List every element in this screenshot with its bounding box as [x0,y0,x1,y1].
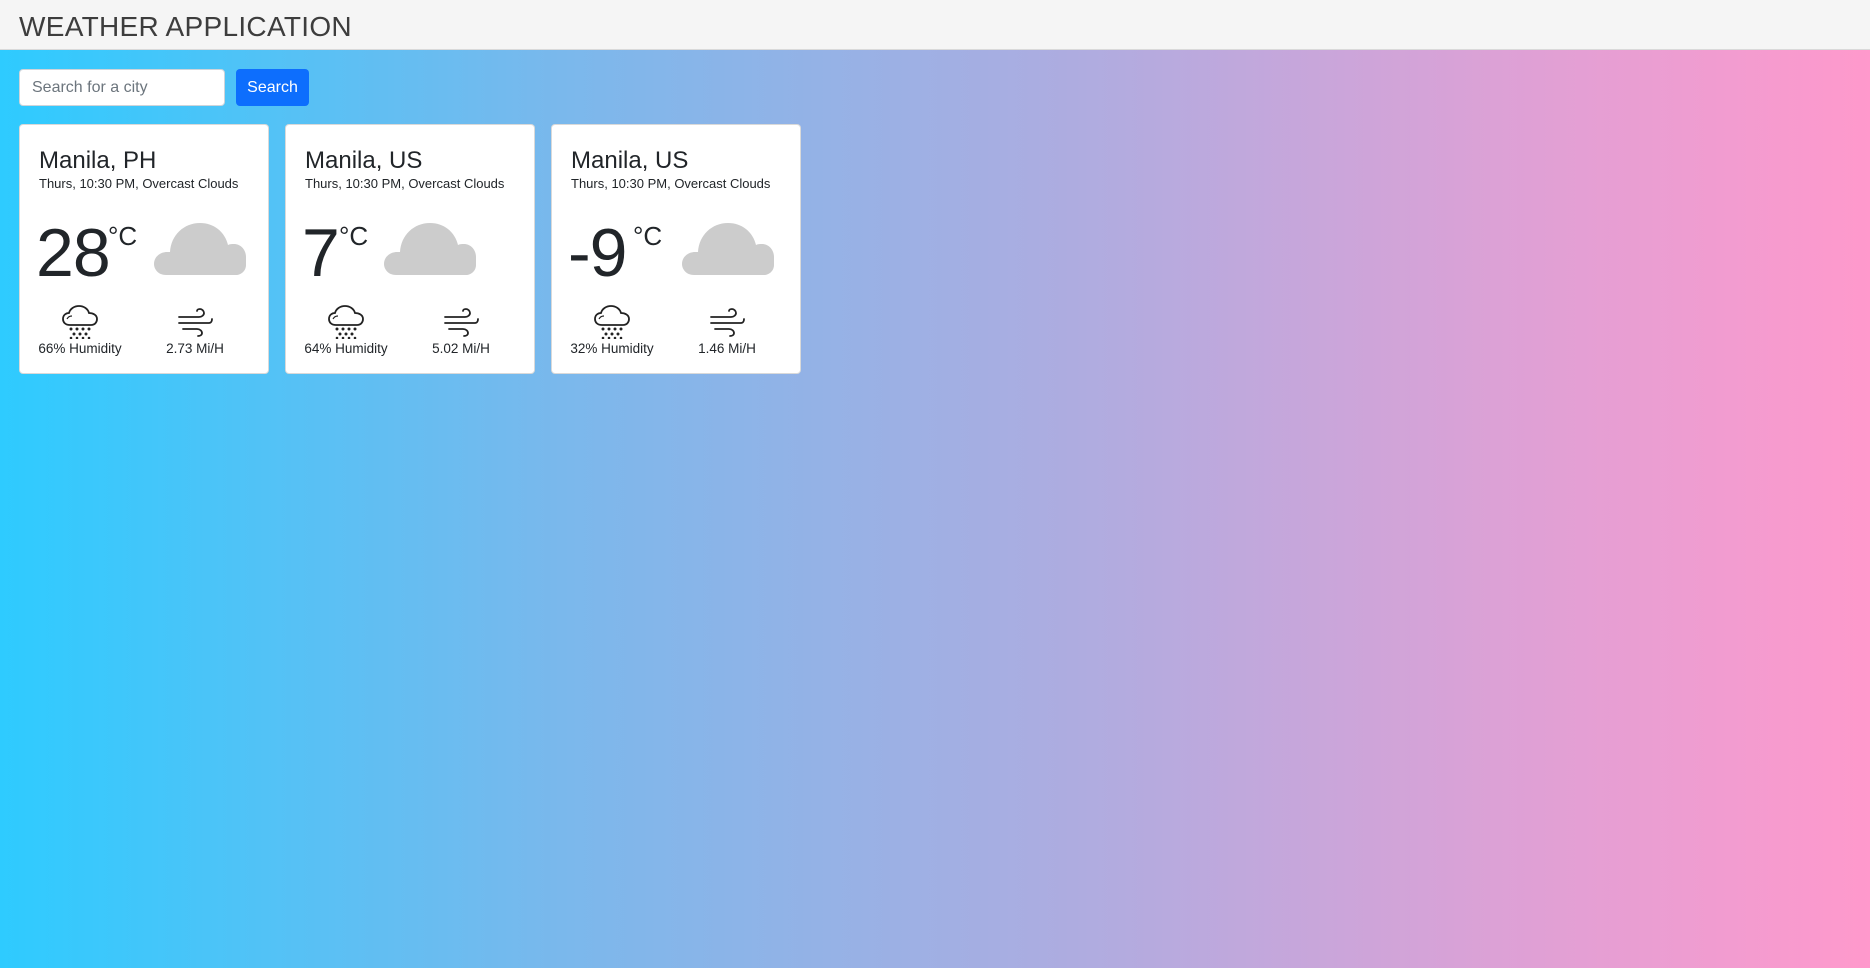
search-button[interactable]: Search [236,69,309,106]
wind-stat: 5.02 Mi/H [401,305,521,356]
rain-cloud-icon [328,305,364,339]
weather-card: Manila, PH Thurs, 10:30 PM, Overcast Clo… [19,124,269,374]
humidity-stat: 32% Humidity [552,305,672,356]
weather-card: Manila, US Thurs, 10:30 PM, Overcast Clo… [285,124,535,374]
humidity-stat: 66% Humidity [20,305,140,356]
wind-icon [444,308,479,337]
wind-value: 1.46 Mi/H [698,341,756,356]
humidity-value: 64% Humidity [304,341,388,356]
app-title: WEATHER APPLICATION [19,11,352,42]
wind-icon [178,308,213,337]
temperature-unit: °C [108,221,138,251]
temperature-value: -9 [568,215,627,291]
temperature-unit: °C [339,221,369,251]
temperature-unit: °C [633,221,663,251]
weather-card: Manila, US Thurs, 10:30 PM, Overcast Clo… [551,124,801,374]
wind-stat: 1.46 Mi/H [667,305,787,356]
city-name: Manila, PH [39,147,157,174]
temperature-row: 28 °C [36,213,256,293]
humidity-stat: 64% Humidity [286,305,406,356]
city-name: Manila, US [571,147,689,174]
humidity-value: 32% Humidity [570,341,654,356]
wind-stat: 2.73 Mi/H [135,305,255,356]
temperature-row: -9 °C [568,213,788,293]
weather-description: Thurs, 10:30 PM, Overcast Clouds [305,176,505,191]
city-name: Manila, US [305,147,423,174]
app-header: WEATHER APPLICATION [0,0,1870,50]
cloud-icon [384,223,476,275]
cloud-icon [154,223,246,275]
weather-description: Thurs, 10:30 PM, Overcast Clouds [39,176,239,191]
weather-description: Thurs, 10:30 PM, Overcast Clouds [571,176,771,191]
rain-cloud-icon [62,305,98,339]
weather-stats: 32% Humidity 1.46 Mi/H [552,305,800,365]
search-input[interactable] [19,69,225,106]
humidity-value: 66% Humidity [38,341,122,356]
wind-icon [710,308,745,337]
cloud-icon [682,223,774,275]
weather-stats: 64% Humidity 5.02 Mi/H [286,305,534,365]
wind-value: 5.02 Mi/H [432,341,490,356]
wind-value: 2.73 Mi/H [166,341,224,356]
temperature-row: 7 °C [302,213,522,293]
temperature-value: 28 [36,215,111,291]
weather-stats: 66% Humidity 2.73 Mi/H [20,305,268,365]
rain-cloud-icon [594,305,630,339]
weather-cards: Manila, PH Thurs, 10:30 PM, Overcast Clo… [19,124,801,374]
temperature-value: 7 [302,215,340,291]
search-bar: Search [19,69,309,106]
